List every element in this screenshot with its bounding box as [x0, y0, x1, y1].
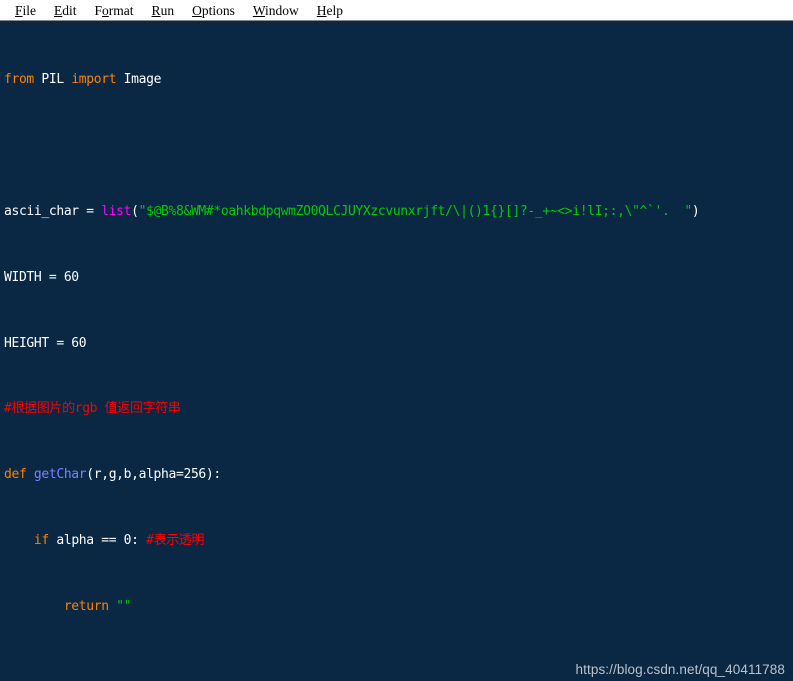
token-string: "" [116, 598, 132, 614]
code-line: from PIL import Image [4, 72, 162, 88]
token-definition: getChar [33, 467, 87, 483]
code-line: WIDTH = 60 [4, 269, 79, 285]
menu-item-window[interactable]: Window [244, 1, 308, 20]
token-keyword: from [4, 72, 34, 88]
menu-item-edit[interactable]: Edit [45, 1, 86, 20]
token-keyword: if [33, 532, 49, 548]
menu-item-help[interactable]: Help [308, 1, 352, 20]
token-comment: #表示透明 [146, 532, 205, 548]
token-keyword: return [63, 598, 109, 614]
menu-item-run[interactable]: Run [143, 1, 184, 20]
code-editor[interactable]: from PIL import Image ascii_char = list(… [0, 21, 793, 681]
token-keyword: def [4, 467, 27, 483]
token-string: "$@B%8&WM#*oahkbdpqwmZO0QLCJUYXzcvunxrjf… [138, 203, 693, 219]
menu-item-options[interactable]: Options [183, 1, 244, 20]
code-line: #根据图片的rgb 值返回字符串 [4, 401, 793, 417]
watermark: https://blog.csdn.net/qq_40411788 [575, 662, 785, 677]
menu-item-format[interactable]: Format [86, 1, 143, 20]
code-text[interactable]: from PIL import Image ascii_char = list(… [4, 23, 793, 681]
token-builtin: list [101, 203, 132, 219]
code-line: HEIGHT = 60 [4, 335, 87, 351]
menu-item-file[interactable]: File [6, 1, 45, 20]
token-keyword: import [71, 72, 117, 88]
code-line: if alpha == 0: #表示透明 [33, 532, 205, 548]
code-line: ascii_char = list("$@B%8&WM#*oahkbdpqwmZ… [4, 203, 700, 219]
code-line: def getChar(r,g,b,alpha=256): [4, 467, 221, 483]
token-comment: #根据图片的rgb 值返回字符串 [4, 401, 181, 417]
code-line: return "" [4, 599, 793, 615]
menu-bar: File Edit Format Run Options Window Help [0, 0, 793, 21]
